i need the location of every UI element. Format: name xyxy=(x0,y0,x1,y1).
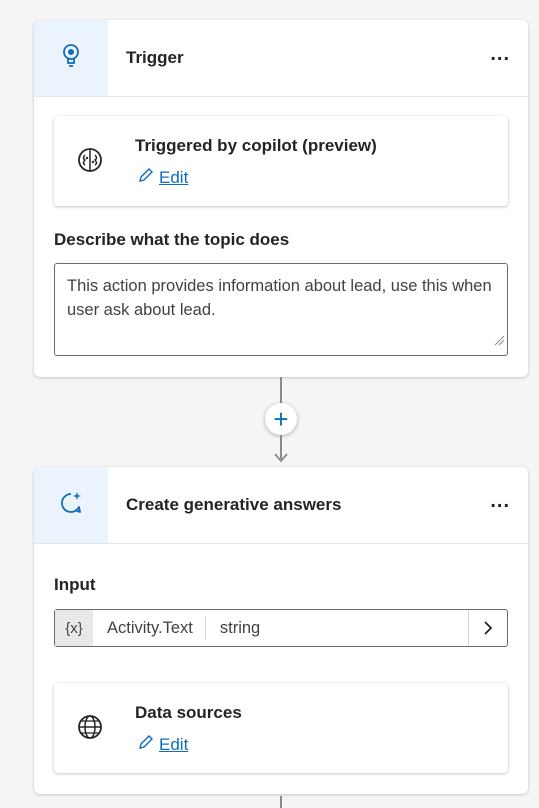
connector-line-top xyxy=(280,377,282,403)
trigger-edit-label: Edit xyxy=(159,167,189,187)
describe-label: Describe what the topic does xyxy=(54,230,290,249)
description-textarea[interactable]: This action provides information about l… xyxy=(54,263,508,356)
generative-card-header: Create generative answers ... xyxy=(34,467,528,544)
input-label: Input xyxy=(54,575,96,594)
add-node-button[interactable]: + xyxy=(265,403,297,435)
generative-more-button[interactable]: ... xyxy=(490,491,510,511)
trigger-more-button[interactable]: ... xyxy=(490,44,510,64)
trigger-card: Trigger ... Triggered by copilot (previe… xyxy=(34,20,528,377)
globe-icon xyxy=(76,713,104,741)
input-variable-field[interactable]: {x} Activity.Text string xyxy=(54,609,508,647)
pencil-icon xyxy=(137,166,159,189)
data-sources-edit-label: Edit xyxy=(159,734,189,754)
plus-icon: + xyxy=(273,404,289,434)
variable-type: string xyxy=(219,619,261,637)
trigger-edit-link[interactable]: Edit xyxy=(137,166,188,189)
data-sources-title: Data sources xyxy=(135,703,242,722)
brain-icon xyxy=(76,146,104,174)
sparkle-chat-icon xyxy=(58,490,84,521)
lightbulb-icon xyxy=(61,43,81,74)
triggered-by-card: Triggered by copilot (preview) Edit xyxy=(54,116,508,206)
generative-card-title: Create generative answers xyxy=(126,495,342,514)
generative-icon-box xyxy=(34,467,108,543)
trigger-card-title: Trigger xyxy=(126,48,184,67)
connector-line-bottom-end xyxy=(280,796,282,808)
trigger-icon-box xyxy=(34,20,108,96)
resize-grip-icon[interactable] xyxy=(493,329,505,353)
data-sources-card: Data sources Edit xyxy=(54,683,508,773)
variable-icon: {x} xyxy=(55,610,93,646)
variable-name: Activity.Text xyxy=(93,616,206,640)
triggered-by-title: Triggered by copilot (preview) xyxy=(135,136,377,155)
chevron-right-icon[interactable] xyxy=(468,610,507,646)
trigger-card-header: Trigger ... xyxy=(34,20,528,97)
data-sources-edit-link[interactable]: Edit xyxy=(137,733,188,756)
generative-answers-card: Create generative answers ... Input {x} … xyxy=(34,467,528,794)
pencil-icon xyxy=(137,733,159,756)
description-text: This action provides information about l… xyxy=(67,277,492,319)
